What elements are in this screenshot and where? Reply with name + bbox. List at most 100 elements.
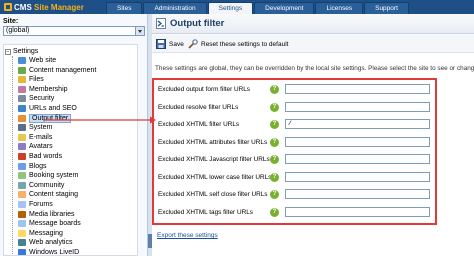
export-settings-link[interactable]: Export these settings [157,232,218,239]
setting-row: Excluded XHTML self close filter URLs? [158,189,434,201]
collapse-icon[interactable]: − [5,48,11,55]
app-logo[interactable]: CMS Site Manager [4,1,84,13]
tree-item-security[interactable]: Security [18,94,54,103]
tree-item-message-boards[interactable]: Message boards [18,219,81,228]
setting-row: Excluded XHTML attributes filter URLs? [158,136,434,149]
tree-item-label: URLs and SEO [29,105,77,112]
setting-row: Excluded resolve filter URLs? [158,101,434,114]
setting-url-input[interactable]: / [285,119,430,129]
settings-tree: − Settings Web site Content management Fil… [3,44,138,256]
media-libraries-icon [18,210,26,218]
settings-group: Excluded output form filter URLs? Exclude… [152,78,437,225]
forums-icon [18,201,26,208]
help-icon[interactable]: ? [270,207,279,217]
bad-words-icon [18,153,26,160]
setting-url-input[interactable] [285,136,430,147]
tree-item-blogs[interactable]: Blogs [18,162,47,171]
tree-item-web-site[interactable]: Web site [18,56,56,65]
tree-item-label: E-mails [29,133,53,141]
tree-item-label: System [29,124,53,132]
save-button[interactable]: Save [156,39,184,49]
info-text: These settings are global, they can be o… [155,65,474,72]
tree-item-windows-liveid[interactable]: Windows LiveID [18,248,80,256]
emails-icon [18,133,26,141]
tree-item-label: Blogs [29,162,47,170]
tree-item-urls-seo[interactable]: URLs and SEO [18,104,77,113]
tree-item-label: Media libraries [29,210,75,218]
help-icon[interactable]: ? [270,85,279,94]
save-label: Save [169,40,184,48]
site-select[interactable]: (global) [3,26,145,36]
main-tabs: Sites Administration Settings Developmen… [106,2,410,14]
reset-defaults-button[interactable]: Reset these settings to default [188,39,288,49]
setting-url-input[interactable] [285,206,430,217]
tree-item-avatars[interactable]: Avatars [18,142,53,151]
tree-item-label: Windows LiveID [29,249,80,256]
tab-licenses[interactable]: Licenses [315,2,364,14]
tree-item-membership[interactable]: Membership [18,85,68,94]
save-icon [156,39,166,49]
message-boards-icon [18,220,26,228]
setting-row: Excluded XHTML lower case filter URLs? [158,171,434,184]
tree-item-forums[interactable]: Forums [18,200,53,209]
reset-icon [188,39,198,49]
tree-item-label: Content staging [29,191,79,199]
tree-item-messaging[interactable]: Messaging [18,229,63,238]
content-staging-icon [18,191,26,199]
setting-url-input[interactable] [285,171,430,182]
content-management-icon [18,66,26,74]
title-bar: Output filter [152,14,474,34]
logo-icon [4,3,12,11]
setting-url-input[interactable] [285,154,430,164]
files-icon [18,76,26,84]
help-icon[interactable]: ? [270,137,279,147]
sidebar: Site: (global) − Settings Web site Conten… [0,14,148,256]
help-icon[interactable]: ? [270,172,279,182]
tree-item-label: Web site [29,57,57,64]
setting-label: Excluded XHTML Javascript filter URLs [158,156,270,163]
page-title: Output filter [170,18,225,29]
tree-item-label: Web analytics [29,239,73,247]
tree-root-settings[interactable]: − Settings [5,47,38,56]
security-icon [18,95,26,103]
setting-row: Excluded XHTML Javascript filter URLs? [158,154,434,166]
setting-label: Excluded XHTML lower case filter URLs [158,173,272,181]
setting-url-input[interactable] [285,84,430,94]
setting-row: Excluded XHTML tags filter URLs? [158,206,434,219]
tree-item-bad-words[interactable]: Bad words [18,152,62,161]
top-bar: CMS Site Manager Sites Administration Se… [0,0,474,14]
output-filter-icon [18,114,26,122]
tree-item-emails[interactable]: E-mails [18,133,52,142]
tree-item-content-staging[interactable]: Content staging [18,190,78,199]
avatars-icon [18,143,26,151]
help-icon[interactable]: ? [270,120,279,129]
tab-settings[interactable]: Settings [207,2,254,14]
tree-item-booking-system[interactable]: Booking system [18,171,78,180]
setting-row: Excluded output form filter URLs? [158,84,434,96]
tree-item-web-analytics[interactable]: Web analytics [18,238,72,247]
tree-item-label: Files [29,76,44,84]
tab-sites[interactable]: Sites [106,2,143,14]
web-site-icon [18,57,26,64]
output-filter-icon [156,18,166,29]
tab-administration[interactable]: Administration [143,2,207,14]
site-label: Site: [3,18,19,25]
tree-connector [12,56,13,255]
setting-url-input[interactable] [285,189,430,199]
tree-item-label: Forums [29,201,53,208]
help-icon[interactable]: ? [270,155,279,164]
tab-support[interactable]: Support [364,2,409,14]
help-icon[interactable]: ? [270,102,279,112]
setting-label: Excluded XHTML filter URLs [158,121,240,128]
tree-item-files[interactable]: Files [18,75,44,84]
help-icon[interactable]: ? [270,190,279,199]
web-analytics-icon [18,239,26,247]
tab-development[interactable]: Development [254,2,315,14]
tree-item-content-management[interactable]: Content management [18,66,96,75]
setting-url-input[interactable] [285,101,430,112]
chevron-down-icon[interactable] [135,27,144,35]
tree-item-media-libraries[interactable]: Media libraries [18,210,75,219]
site-select-value: (global) [6,27,30,34]
tree-item-community[interactable]: Community [18,181,64,190]
tree-item-label: Membership [29,85,68,93]
